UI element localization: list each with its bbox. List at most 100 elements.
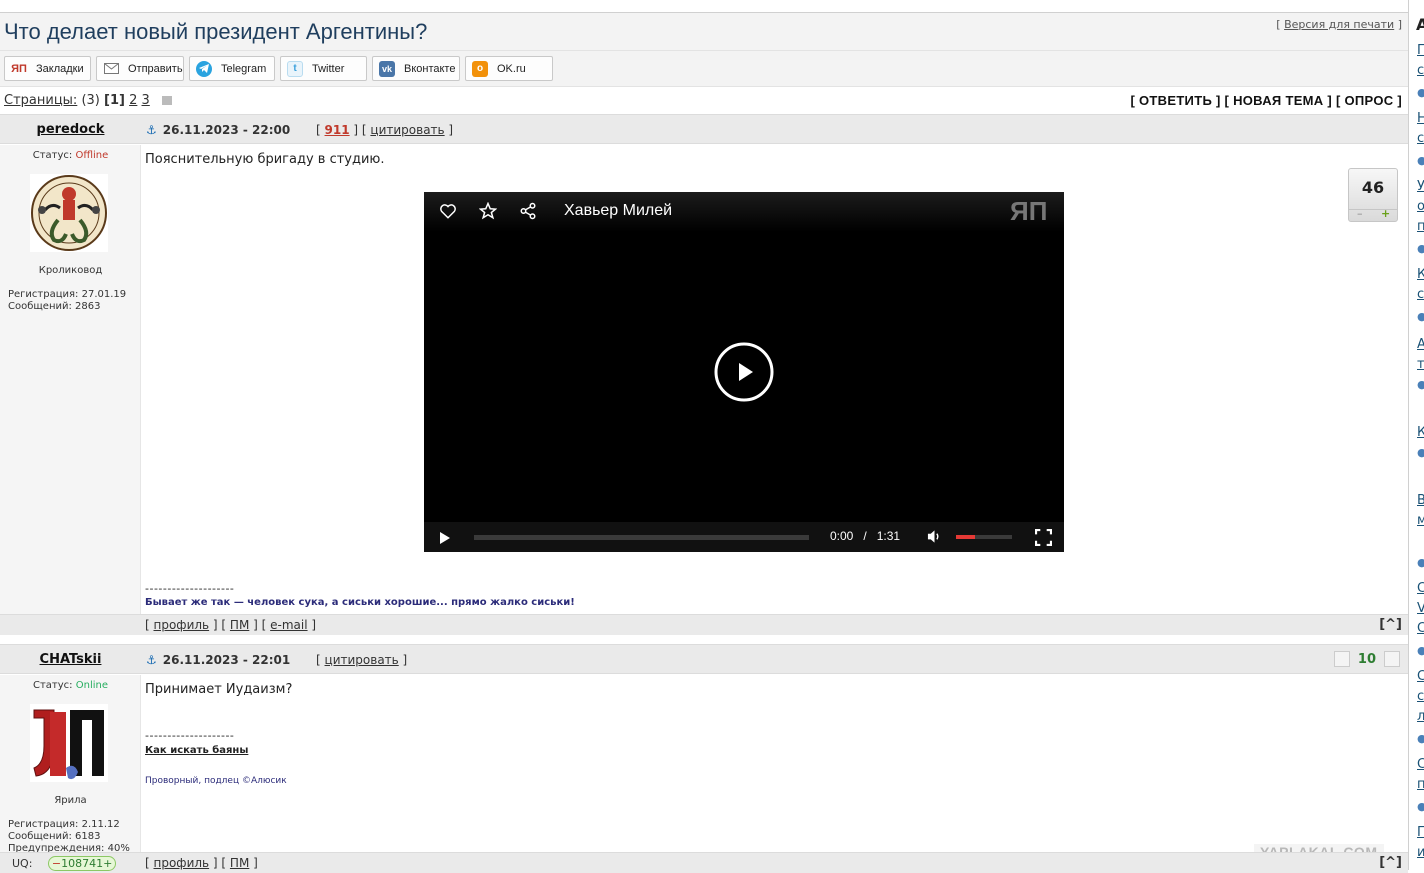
rating-minus-button[interactable] [1333,651,1350,667]
sidebar-link-fragment[interactable]: и [1417,846,1424,859]
scroll-top-link[interactable]: [^] [1379,617,1402,632]
pages-label[interactable]: Страницы: [4,93,77,108]
post-footer-links: [ профиль ] [ ПМ ] [145,856,258,870]
profile-link[interactable]: профиль [154,856,210,870]
post-author-link[interactable]: peredock [0,122,141,137]
user-icon: ● [1417,644,1424,657]
volume-icon[interactable] [927,529,942,548]
user-icon: ● [1417,446,1424,459]
avatar[interactable] [30,174,108,252]
quote-link[interactable]: цитировать [325,653,399,667]
email-link[interactable]: e-mail [270,618,307,632]
print-version: [ Версия для печати ] [1276,18,1402,31]
sidebar-link-fragment[interactable]: с [1417,288,1424,301]
uq-badge: −108741+ [47,856,117,871]
post-author-link[interactable]: CHATskii [0,652,141,667]
video-title: Хавьер Милей [564,202,673,219]
pm-link[interactable]: ПМ [230,856,249,870]
sidebar-link-fragment[interactable]: П [1417,44,1424,57]
share-twitter-button[interactable]: t Twitter [280,56,367,81]
sidebar-link-fragment[interactable]: с [1417,64,1424,77]
sidebar-link-fragment[interactable]: В [1417,494,1424,507]
sidebar-link-fragment[interactable]: м [1417,514,1424,527]
anchor-icon[interactable]: ⚓ [146,653,157,667]
sidebar-link-fragment[interactable]: о [1417,200,1424,213]
topic-header: Что делает новый президент Аргентины? [ … [0,13,1408,51]
author-rank: Кроликовод [38,265,103,276]
video-time: 0:00 / 1:31 [830,529,900,543]
user-icon: ● [1417,310,1424,323]
avatar[interactable] [30,704,108,782]
topic-actions[interactable]: [ ОТВЕТИТЬ ] [ НОВАЯ ТЕМА ] [ ОПРОС ] [1130,93,1402,108]
signature-link[interactable]: Как искать баяны [145,745,248,756]
share-icon[interactable] [519,202,537,224]
post-meta: ⚓ 26.11.2023 - 22:01 [ цитировать ] [146,653,408,667]
sidebar-link-fragment[interactable]: У [1417,180,1424,193]
share-telegram-button[interactable]: Telegram [189,56,275,81]
share-ok-button[interactable]: о OK.ru [465,56,553,81]
sidebar-link-fragment[interactable]: К [1417,426,1424,439]
sidebar-link-fragment[interactable]: К [1417,268,1424,281]
sidebar-link-fragment[interactable]: п [1417,778,1424,791]
video-progress-bar[interactable] [474,535,809,540]
star-icon[interactable] [478,201,498,224]
post-header: CHATskii ⚓ 26.11.2023 - 22:01 [ цитироват… [0,644,1408,674]
sidebar-heading-fragment: А [1416,15,1424,34]
video-player[interactable]: Хавьер Милей ЯП 0:00 / 1:31 [424,192,1064,552]
scroll-top-link[interactable]: [^] [1379,855,1402,870]
yp-logo: ЯП [1010,196,1048,226]
rating-plus-button[interactable] [1384,651,1400,667]
vk-icon: vk [379,60,395,77]
user-icon: ● [1417,800,1424,813]
volume-slider[interactable] [956,535,1012,539]
share-email-button[interactable]: Отправить [96,56,184,81]
fullscreen-icon[interactable] [1035,529,1052,550]
author-messages: Сообщений: 6183 [8,831,101,842]
sidebar-link-fragment[interactable]: С [1417,622,1424,635]
volume-level [956,535,975,539]
sidebar-link-fragment[interactable]: А [1417,338,1424,351]
sidebar-link-fragment[interactable]: С [1417,758,1424,771]
sidebar-link-fragment[interactable]: п [1417,220,1424,233]
share-vk-button[interactable]: vk Вконтакте [372,56,460,81]
quote-link[interactable]: цитировать [370,123,444,137]
user-icon: ● [1417,154,1424,167]
heart-icon[interactable] [439,202,457,224]
sidebar-link-fragment[interactable]: с [1417,690,1424,703]
share-button-label: Telegram [221,62,267,75]
pagination-bar: Страницы: (3) [1] 2 3 [ ОТВЕТИТЬ ] [ НОВ… [0,88,1408,113]
page-link-2[interactable]: 2 [129,93,137,108]
author-registration: Регистрация: 27.01.19 [8,289,127,300]
sidebar-link-fragment[interactable]: л [1417,710,1424,723]
sidebar-link-fragment[interactable]: С [1417,670,1424,683]
share-bookmarks-button[interactable]: ЯП Закладки [4,56,91,81]
uq-minus-icon[interactable]: − [52,857,61,870]
big-play-button[interactable] [714,342,774,406]
pm-link[interactable]: ПМ [230,618,249,632]
pages-dropdown-icon[interactable] [161,96,172,105]
yp-bookmark-icon: ЯП [11,62,27,75]
author-rank: Ярила [54,795,87,806]
sidebar-link-fragment[interactable]: С [1417,582,1424,595]
sidebar-link-fragment[interactable]: Н [1417,112,1424,125]
post-number-link[interactable]: 911 [325,123,350,137]
user-icon: ● [1417,242,1424,255]
rating-value: 10 [1357,651,1376,667]
play-icon[interactable] [438,530,452,549]
sidebar-link-fragment[interactable]: с [1417,132,1424,145]
page-title: Что делает новый президент Аргентины? [4,19,428,44]
sidebar-link-fragment[interactable]: т [1417,358,1424,371]
uq-plus-icon[interactable]: + [103,857,112,870]
post-author-panel: Статус: Online Ярила Регистрация: 2.11.1… [0,675,141,854]
profile-link[interactable]: профиль [154,618,210,632]
rating-plus-button[interactable]: + [1381,207,1390,220]
page-link-3[interactable]: 3 [142,93,150,108]
post-header: peredock ⚓ 26.11.2023 - 22:00 [ 911 ] [ ц… [0,114,1408,144]
twitter-icon: t [287,60,303,77]
print-version-link[interactable]: Версия для печати [1284,18,1394,31]
sidebar-link-fragment[interactable]: П [1417,826,1424,839]
post-author-panel: Статус: Offline Кроликовод Регистрация: … [0,145,141,614]
rating-minus-button[interactable]: – [1357,207,1363,220]
sidebar-link-fragment[interactable]: V [1417,602,1424,615]
anchor-icon[interactable]: ⚓ [146,123,157,137]
